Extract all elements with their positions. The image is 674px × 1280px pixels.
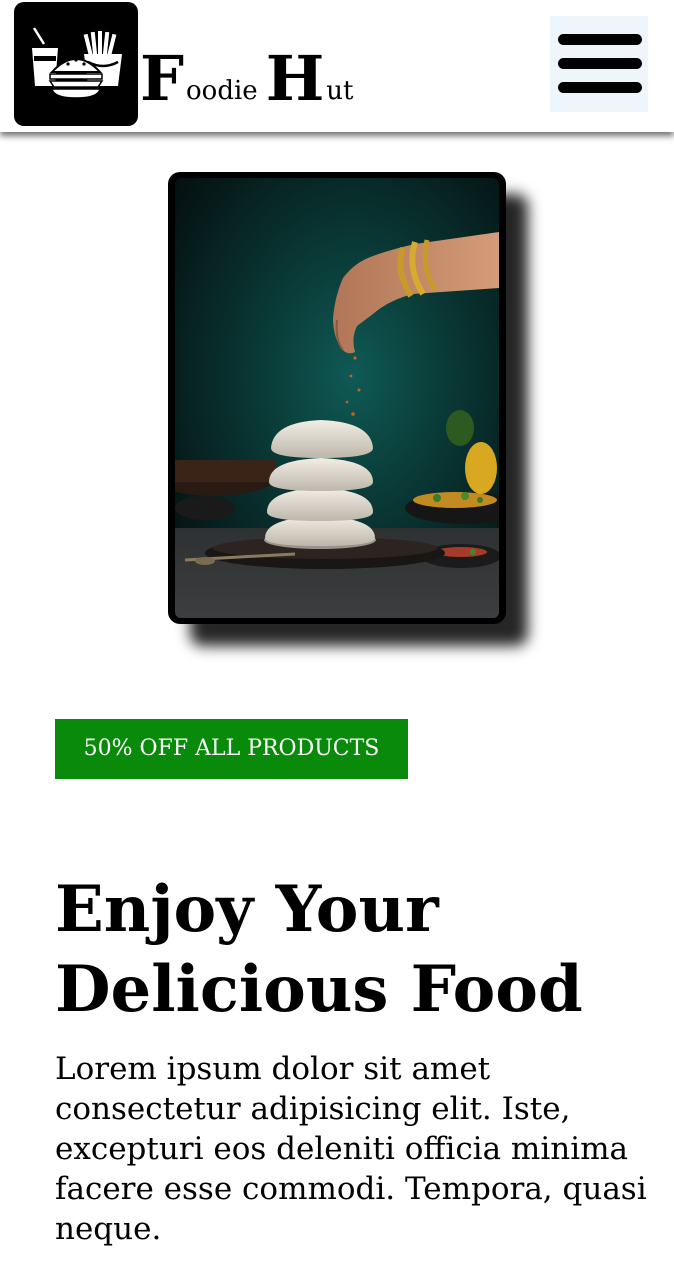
title-line-2: Delicious Food [55, 952, 583, 1027]
brand-initial-h: H [265, 42, 325, 115]
hero-food-image [175, 178, 499, 618]
hero-image-frame [168, 172, 506, 624]
brand-word-ut: ut [326, 76, 354, 106]
promo-badge: 50% OFF ALL PRODUCTS [55, 719, 408, 779]
menu-bar-bottom [558, 82, 642, 93]
page-title: Enjoy Your Delicious Food [55, 870, 655, 1030]
menu-bar-top [558, 34, 642, 45]
title-line-1: Enjoy Your [55, 872, 439, 947]
menu-bar-middle [558, 58, 642, 69]
page-description: Lorem ipsum dolor sit amet consectetur a… [55, 1051, 647, 1247]
brand-name[interactable]: F oodie H ut [140, 40, 361, 110]
logo[interactable] [14, 2, 138, 126]
brand-word-oodie: oodie [186, 76, 258, 106]
brand-initial-f: F [140, 42, 185, 115]
burger-fries-drink-icon [32, 27, 122, 99]
site-header: F oodie H ut [0, 0, 674, 132]
hamburger-menu-icon[interactable] [550, 16, 648, 112]
